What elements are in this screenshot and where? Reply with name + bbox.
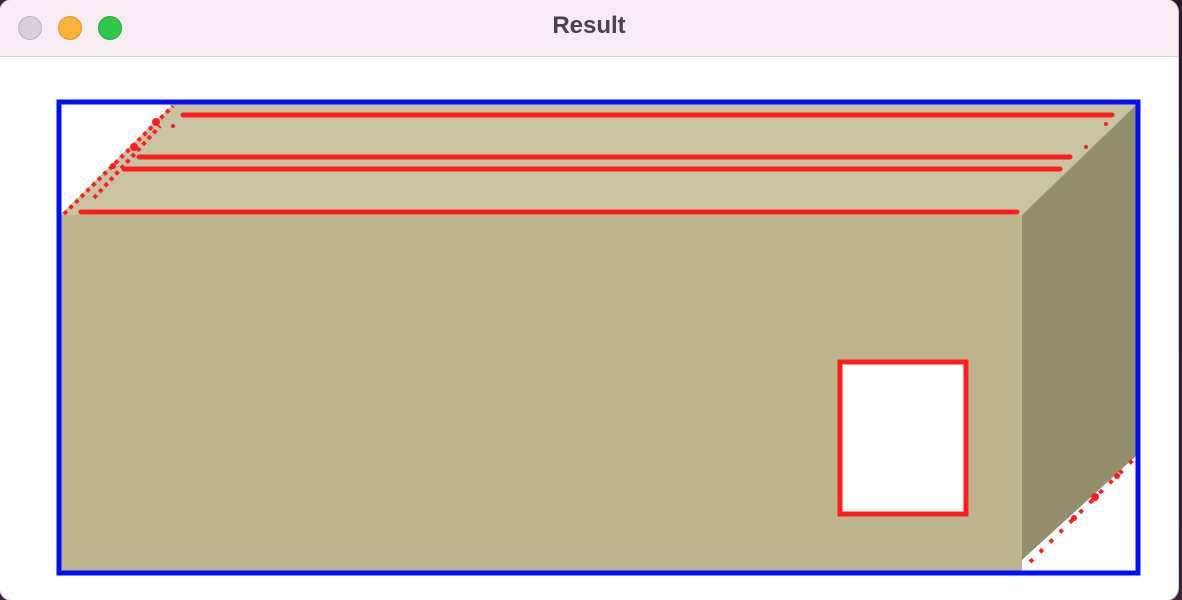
detected-dot xyxy=(171,124,175,128)
image-canvas xyxy=(0,57,1178,600)
window-title: Result xyxy=(552,12,626,39)
detected-dot xyxy=(110,163,116,169)
detected-dot xyxy=(1071,515,1077,521)
window-cutout xyxy=(837,359,969,517)
detected-dot xyxy=(1114,473,1120,479)
detected-dot xyxy=(1084,145,1088,149)
detected-dot xyxy=(130,143,138,151)
result-window: Result xyxy=(0,0,1178,600)
detected-dot xyxy=(1091,493,1099,501)
result-image xyxy=(56,99,1141,576)
detected-dot xyxy=(1104,122,1108,126)
title-bar[interactable]: Result xyxy=(0,0,1178,57)
detected-dot xyxy=(152,118,160,126)
